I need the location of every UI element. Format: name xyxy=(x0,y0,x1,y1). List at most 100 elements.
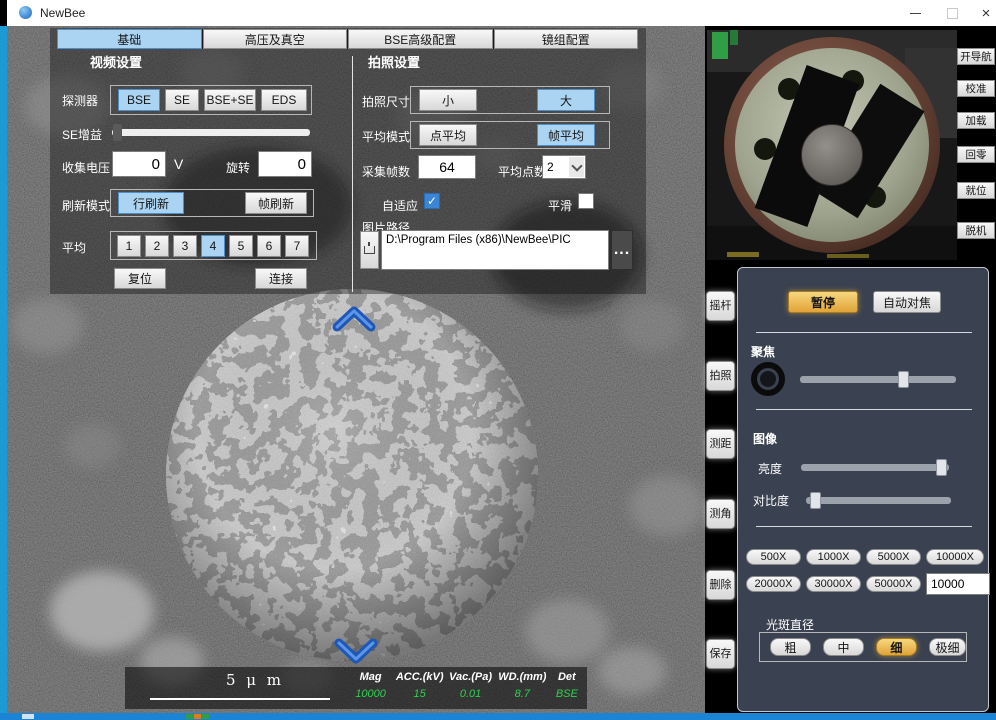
photo-size-label: 拍照尺寸 xyxy=(362,93,410,110)
sem-info-columns: Mag 10000 ACC.(kV) 15 Vac.(Pa) 0.01 WD.(… xyxy=(347,671,585,700)
green-connector xyxy=(712,32,728,59)
detector-label: 探测器 xyxy=(62,92,98,109)
save-button[interactable]: 保存 xyxy=(706,639,735,669)
mag-30000x-button[interactable]: 30000X xyxy=(806,576,861,592)
focus-knob[interactable] xyxy=(751,362,785,396)
brightness-slider-thumb[interactable] xyxy=(936,459,947,476)
size-small-button[interactable]: 小 xyxy=(419,89,477,111)
close-button[interactable]: × xyxy=(971,0,996,26)
focus-slider-thumb[interactable] xyxy=(898,371,909,388)
mag-1000x-button[interactable]: 1000X xyxy=(806,549,861,565)
average-7-button[interactable]: 7 xyxy=(285,235,309,257)
avg-points-select[interactable]: 2 xyxy=(542,155,586,179)
load-button[interactable]: 加载 xyxy=(957,112,995,129)
return-zero-button[interactable]: 回零 xyxy=(957,146,995,163)
mag-10000x-button[interactable]: 10000X xyxy=(926,549,984,565)
detector-group: BSE SE BSE+SE EDS xyxy=(110,85,312,115)
scale-text: 5 μ m xyxy=(185,671,325,689)
spot-medium-button[interactable]: 中 xyxy=(823,638,864,656)
point-average-button[interactable]: 点平均 xyxy=(419,124,477,146)
average-1-button[interactable]: 1 xyxy=(117,235,141,257)
calibrate-button[interactable]: 校准 xyxy=(957,80,995,97)
smooth-checkbox[interactable] xyxy=(578,193,594,209)
minimize-icon xyxy=(910,13,921,14)
detector-bse-se-button[interactable]: BSE+SE xyxy=(204,89,256,111)
frames-input[interactable]: 64 xyxy=(418,155,476,179)
mag-50000x-button[interactable]: 50000X xyxy=(866,576,921,592)
browse-button[interactable]: ... xyxy=(611,230,633,270)
dropdown-arrow-button[interactable] xyxy=(569,157,584,177)
panel-divider xyxy=(756,409,972,410)
tab-bse-advanced[interactable]: BSE高级配置 xyxy=(348,29,493,49)
adaptive-checkbox[interactable]: ✓ xyxy=(424,193,440,209)
capture-button[interactable]: 拍照 xyxy=(706,361,735,391)
acc-value: 15 xyxy=(394,688,445,700)
wd-value: 8.7 xyxy=(496,688,549,700)
spot-fine-button[interactable]: 细 xyxy=(876,638,917,656)
taskbar-icon xyxy=(202,714,209,719)
average-4-button[interactable]: 4 xyxy=(201,235,225,257)
average-6-button[interactable]: 6 xyxy=(257,235,281,257)
maximize-button[interactable] xyxy=(937,0,967,26)
contrast-slider[interactable] xyxy=(806,497,951,504)
focus-slider[interactable] xyxy=(800,376,956,383)
se-gain-slider[interactable] xyxy=(112,129,310,136)
clamp-icon xyxy=(364,246,375,254)
offline-button[interactable]: 脱机 xyxy=(957,222,995,239)
average-2-button[interactable]: 2 xyxy=(145,235,169,257)
size-large-button[interactable]: 大 xyxy=(537,89,595,111)
in-position-button[interactable]: 就位 xyxy=(957,182,995,199)
panel-divider xyxy=(756,332,972,333)
mag-500x-button[interactable]: 500X xyxy=(746,549,801,565)
connect-button[interactable]: 连接 xyxy=(255,268,307,289)
yellow-wire-2 xyxy=(827,254,869,258)
rotate-input[interactable]: 0 xyxy=(258,151,312,177)
app-window: NewBee × xyxy=(0,0,996,720)
spot-diameter-group: 粗 中 细 极细 xyxy=(759,632,967,662)
desktop-edge-strip xyxy=(0,26,7,713)
se-gain-slider-thumb[interactable] xyxy=(113,124,122,141)
mag-input[interactable]: 10000 xyxy=(926,573,990,595)
joystick-button[interactable]: 摇杆 xyxy=(706,291,735,321)
mag-20000x-button[interactable]: 20000X xyxy=(746,576,801,592)
det-label: Det xyxy=(549,671,585,683)
measure-angle-button[interactable]: 测角 xyxy=(706,499,735,529)
detector-se-button[interactable]: SE xyxy=(165,89,199,111)
average-5-button[interactable]: 5 xyxy=(229,235,253,257)
measure-distance-button[interactable]: 测距 xyxy=(706,429,735,459)
magnification-row-2: 20000X 30000X 50000X 10000 xyxy=(746,573,990,595)
tab-lens-config[interactable]: 镜组配置 xyxy=(494,29,639,49)
spot-extra-fine-button[interactable]: 极细 xyxy=(929,638,966,656)
pause-button[interactable]: 暂停 xyxy=(788,291,858,313)
open-navigation-button[interactable]: 开导航 xyxy=(957,48,995,65)
autofocus-button[interactable]: 自动对焦 xyxy=(873,291,941,313)
contrast-slider-thumb[interactable] xyxy=(810,492,821,509)
maximize-icon xyxy=(947,8,958,19)
tab-hv-vacuum[interactable]: 高压及真空 xyxy=(203,29,348,49)
refresh-line-button[interactable]: 行刷新 xyxy=(118,192,184,214)
image-path-box[interactable]: D:\Program Files (x86)\NewBee\PIC xyxy=(381,230,609,270)
sem-info-bar: 5 μ m Mag 10000 ACC.(kV) 15 Vac.(Pa) 0.0… xyxy=(125,667,587,709)
minimize-button[interactable] xyxy=(900,0,930,26)
frames-label: 采集帧数 xyxy=(362,163,410,180)
reset-button[interactable]: 复位 xyxy=(114,268,166,289)
detector-bse-button[interactable]: BSE xyxy=(118,89,160,111)
refresh-frame-button[interactable]: 帧刷新 xyxy=(245,192,307,214)
avg-points-label: 平均点数 xyxy=(498,163,546,180)
frame-average-button[interactable]: 帧平均 xyxy=(537,124,595,146)
contrast-label: 对比度 xyxy=(753,492,789,509)
collect-voltage-input[interactable]: 0 xyxy=(112,151,166,177)
delete-button[interactable]: 删除 xyxy=(706,570,735,600)
tab-basic[interactable]: 基础 xyxy=(57,29,202,49)
image-path-value: D:\Program Files (x86)\NewBee\PIC xyxy=(386,234,571,246)
average-3-button[interactable]: 3 xyxy=(173,235,197,257)
focus-label: 聚焦 xyxy=(751,343,775,360)
yellow-wire xyxy=(727,252,759,257)
det-value: BSE xyxy=(549,688,585,700)
spot-coarse-button[interactable]: 粗 xyxy=(770,638,811,656)
mag-5000x-button[interactable]: 5000X xyxy=(866,549,921,565)
video-settings-title: 视频设置 xyxy=(90,52,142,71)
brightness-slider[interactable] xyxy=(801,464,949,471)
path-tool-button[interactable] xyxy=(360,231,379,269)
detector-eds-button[interactable]: EDS xyxy=(261,89,307,111)
